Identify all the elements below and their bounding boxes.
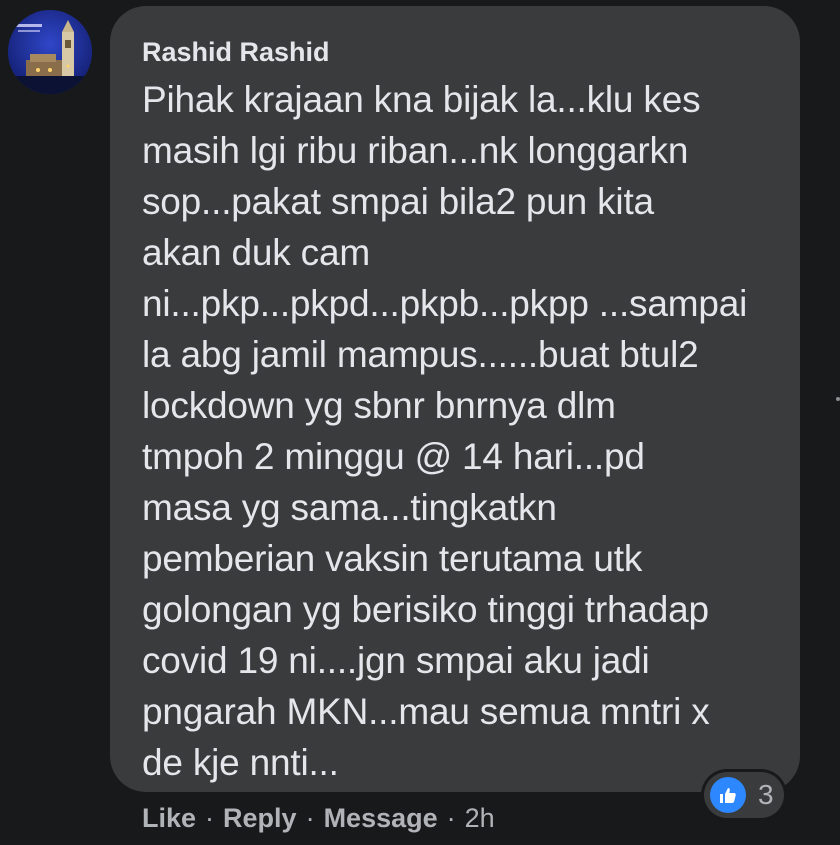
message-button[interactable]: Message (324, 800, 438, 836)
comment-author[interactable]: Rashid Rashid (142, 36, 770, 68)
avatar-image (8, 10, 92, 94)
avatar[interactable] (8, 10, 92, 94)
scroll-indicator (836, 397, 840, 401)
separator: · (205, 803, 215, 833)
comment-screen: Rashid Rashid Pihak krajaan kna bijak la… (0, 0, 840, 845)
thumbs-up-icon (710, 777, 746, 813)
separator: · (446, 803, 456, 833)
comment-actions: Like · Reply · Message · 2h (142, 800, 495, 836)
comment-timestamp[interactable]: 2h (465, 800, 495, 836)
comment-text: Pihak krajaan kna bijak la...klu kes mas… (142, 79, 748, 783)
like-button[interactable]: Like (142, 800, 196, 836)
reply-button[interactable]: Reply (223, 800, 297, 836)
reaction-summary[interactable]: 3 (704, 772, 784, 818)
comment-bubble: Rashid Rashid Pihak krajaan kna bijak la… (110, 6, 800, 792)
reaction-count: 3 (758, 779, 774, 810)
separator: · (305, 803, 315, 833)
